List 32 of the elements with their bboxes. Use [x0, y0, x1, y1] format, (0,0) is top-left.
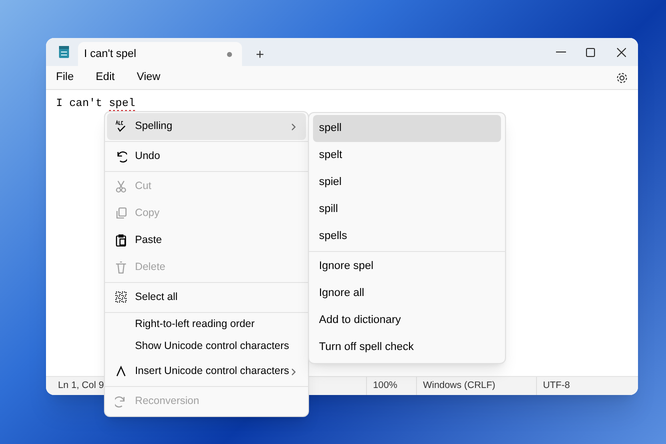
line-ending-label: Windows (CRLF)	[423, 378, 496, 393]
menu-bar-item[interactable]: View	[136, 69, 160, 86]
menu-item[interactable]: Right-to-left reading order	[107, 314, 306, 336]
menu-item[interactable]: Undo	[107, 143, 306, 170]
redo-icon	[115, 395, 127, 408]
select-all-icon	[115, 291, 127, 304]
menu-bar-item[interactable]: Edit	[96, 69, 115, 86]
menu-item[interactable]: Insert Unicode control characters	[107, 358, 306, 385]
notepad-icon	[58, 45, 70, 59]
copy-icon	[115, 207, 127, 220]
cursor-position: Ln 1, Col 9	[58, 380, 104, 391]
new-tab-button[interactable]: +	[246, 42, 274, 66]
menu-item[interactable]: Select all	[107, 284, 306, 311]
scissors-icon	[115, 180, 127, 193]
menu-item[interactable]: Show Unicode control characters	[107, 336, 306, 358]
maximize-icon[interactable]	[586, 48, 595, 57]
menu-bar-item[interactable]: File	[56, 69, 74, 86]
clipboard-icon	[115, 234, 127, 247]
close-icon[interactable]	[617, 48, 626, 57]
spelling-check-icon	[115, 120, 127, 133]
encoding-label: UTF-8	[543, 378, 570, 393]
undo-icon	[115, 150, 127, 163]
trash-icon	[115, 261, 127, 274]
chevron-right-icon	[291, 122, 296, 130]
menu-item[interactable]: spell	[313, 115, 501, 142]
zoom-level: 100%	[373, 378, 398, 393]
chevron-right-icon	[291, 368, 296, 376]
menu-item[interactable]: Spelling	[107, 113, 306, 140]
menu-item[interactable]: Paste	[107, 227, 306, 254]
settings-icon[interactable]	[616, 72, 628, 84]
document-tab[interactable]: I can't spel	[78, 42, 242, 66]
caret-up-icon	[115, 365, 127, 378]
